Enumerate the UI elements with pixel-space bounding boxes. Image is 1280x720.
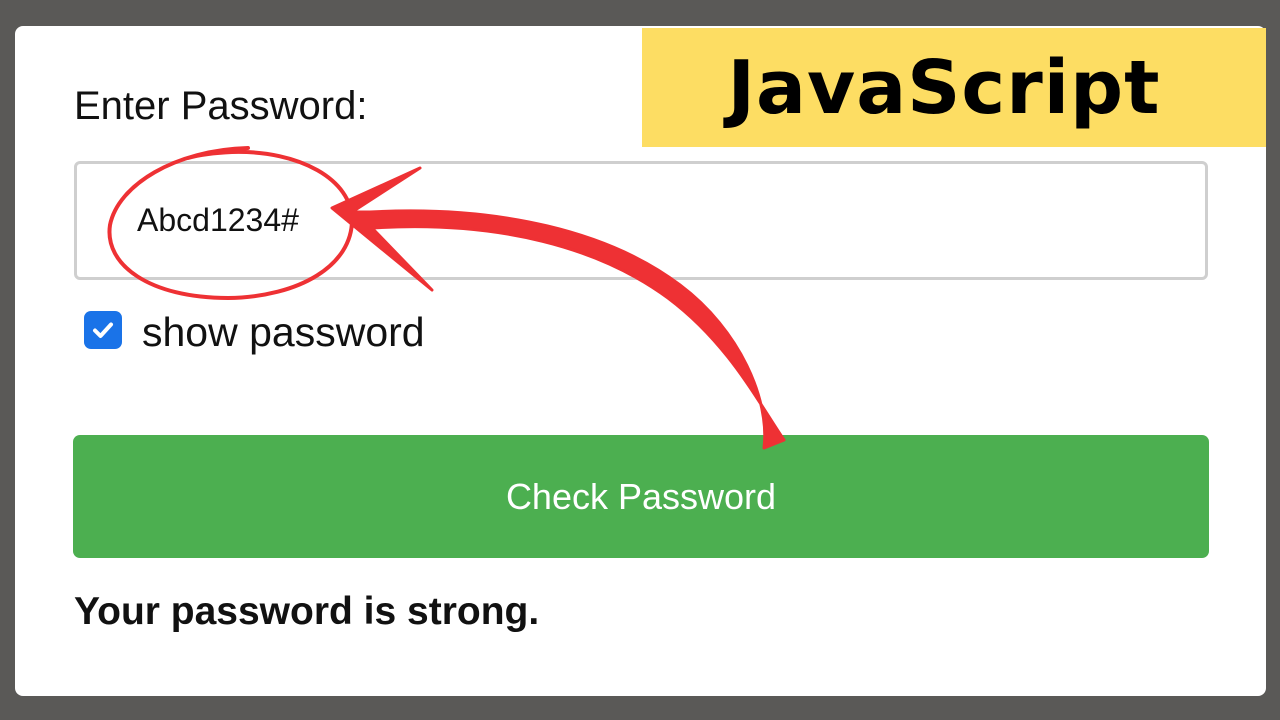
check-icon xyxy=(93,322,113,338)
check-password-button[interactable]: Check Password xyxy=(73,435,1209,558)
result-message: Your password is strong. xyxy=(74,590,540,633)
show-password-label[interactable]: show password xyxy=(142,312,425,353)
title-banner: JavaScript xyxy=(642,28,1266,147)
password-input[interactable] xyxy=(74,161,1208,280)
stage: JavaScript Enter Password: show password… xyxy=(0,0,1280,720)
password-label: Enter Password: xyxy=(74,84,368,128)
banner-title: JavaScript xyxy=(727,44,1161,131)
show-password-checkbox[interactable] xyxy=(84,311,122,349)
